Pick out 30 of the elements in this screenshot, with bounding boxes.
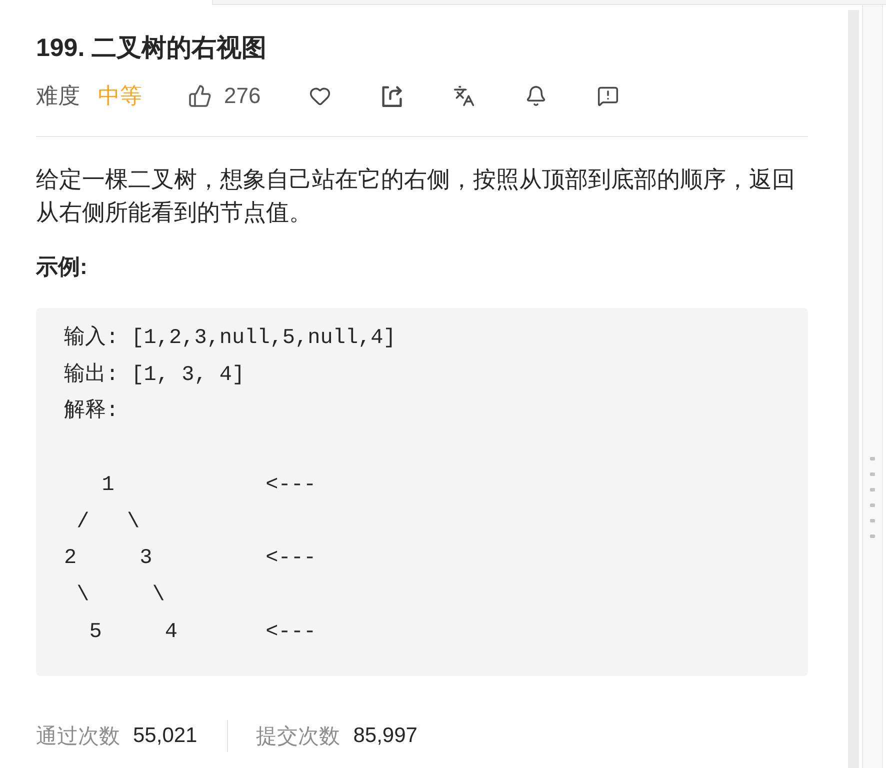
- grip-icon: [870, 457, 875, 538]
- tree-diagram-line: 5 4 <---: [88, 620, 316, 646]
- thumbs-up-icon: [188, 84, 212, 108]
- stat-value: 85,997: [353, 724, 418, 748]
- heart-icon: [308, 85, 331, 107]
- like-button[interactable]: 276: [188, 83, 261, 109]
- feedback-button[interactable]: [596, 85, 619, 107]
- translate-button[interactable]: [452, 85, 475, 107]
- tree-diagram-line: 1 <---: [100, 472, 316, 499]
- bell-icon: [524, 85, 547, 107]
- notification-button[interactable]: [524, 85, 547, 107]
- explanation-label: 解释:: [64, 398, 119, 426]
- stat-value: 55,021: [133, 724, 198, 748]
- share-button[interactable]: [380, 85, 403, 107]
- difficulty-label: 难度: [36, 82, 80, 110]
- problem-description: 给定一棵二叉树，想象自己站在它的右侧，按照从顶部到底部的顺序，返回从右侧所能看到的节点值。: [36, 165, 796, 227]
- tree-diagram-line: 2 3 <---: [64, 546, 316, 572]
- problem-title: 199. 二叉树的右视图: [36, 33, 267, 64]
- stat-label: 通过次数: [36, 724, 120, 750]
- tree-diagram-line: \ \: [76, 582, 165, 609]
- input-line: 输入: [1,2,3,null,5,null,4]: [64, 324, 396, 352]
- difficulty-value: 中等: [98, 82, 142, 110]
- output-line: 输出: [1, 3, 4]: [64, 362, 245, 389]
- favorite-button[interactable]: [308, 85, 331, 107]
- feedback-icon: [596, 85, 619, 107]
- example-heading: 示例:: [36, 253, 88, 281]
- share-icon: [380, 85, 403, 107]
- translate-icon: [452, 85, 475, 107]
- stat-label: 提交次数: [256, 724, 340, 750]
- tree-diagram-line: / \: [76, 510, 140, 536]
